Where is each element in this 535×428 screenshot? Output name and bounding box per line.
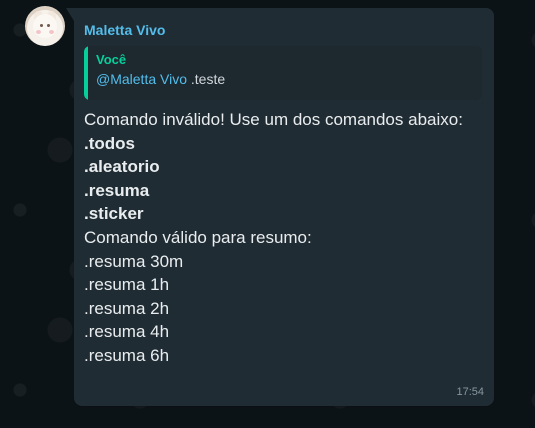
message-body: Comando inválido! Use um dos comandos ab… <box>84 108 482 368</box>
command-resuma: .resuma <box>84 180 150 200</box>
quoted-author: Você <box>96 52 127 67</box>
sender-name[interactable]: Maletta Vivo <box>84 20 482 40</box>
cat-eye-icon <box>40 24 43 27</box>
cat-cheek-icon <box>36 30 41 34</box>
cat-face-icon <box>33 14 57 38</box>
message-line: Comando inválido! Use um dos comandos ab… <box>84 110 463 129</box>
resume-option: .resuma 4h <box>84 322 170 342</box>
command-aleatorio: .aleatorio <box>84 157 160 177</box>
message-timestamp: 17:54 <box>456 386 484 398</box>
command-todos: .todos <box>84 133 135 153</box>
mention-link[interactable]: @Maletta Vivo <box>96 71 187 87</box>
quoted-body: .teste <box>187 71 226 87</box>
quoted-message[interactable]: Você @Maletta Vivo .teste <box>84 46 482 100</box>
command-sticker: .sticker <box>84 204 144 224</box>
message-bubble[interactable]: Maletta Vivo Você @Maletta Vivo .teste C… <box>66 8 494 406</box>
cat-eye-icon <box>47 24 50 27</box>
quoted-text: @Maletta Vivo .teste <box>96 68 472 90</box>
resume-option: .resuma 6h <box>84 345 170 365</box>
sender-avatar[interactable] <box>25 6 65 46</box>
resume-option: .resuma 30m <box>84 251 184 271</box>
resume-option: .resuma 1h <box>84 275 170 295</box>
resume-option: .resuma 2h <box>84 298 170 318</box>
message-line: Comando válido para resumo: <box>84 227 312 247</box>
cat-cheek-icon <box>49 30 54 34</box>
